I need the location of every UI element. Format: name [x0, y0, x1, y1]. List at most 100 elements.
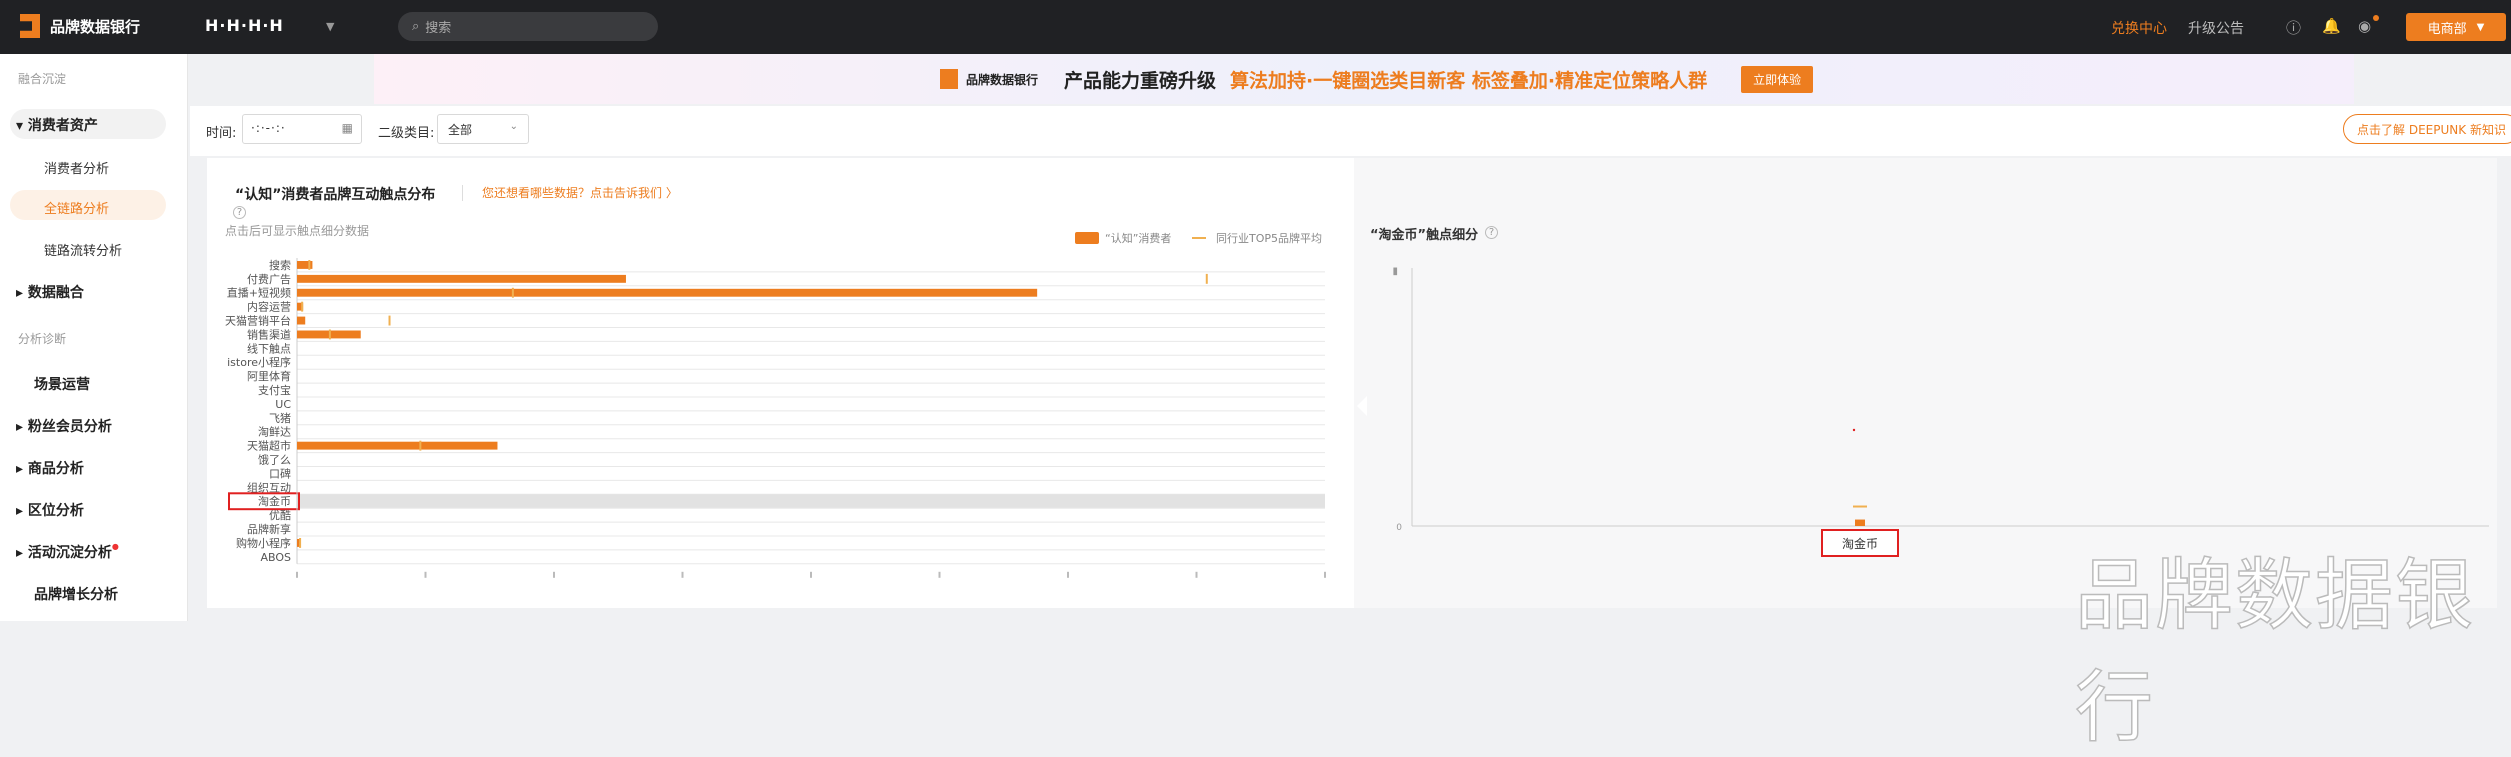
- category-select-value: 全部: [448, 123, 473, 137]
- category-label: 饿了么: [258, 453, 291, 467]
- legend-label: 同行业TOP5品牌平均: [1216, 232, 1323, 245]
- logo-icon: [20, 14, 40, 38]
- category-label: 组织互动: [247, 480, 291, 494]
- calendar-icon: ▦: [341, 121, 353, 135]
- sidebar-item-label: 活动沉淀分析: [27, 545, 112, 561]
- bar: [297, 330, 361, 339]
- feedback-link[interactable]: 您还想看哪些数据？点击告诉我们 〉: [482, 184, 678, 201]
- detail-title: “淘金币”触点细分: [1370, 228, 1479, 243]
- chevron-down-icon[interactable]: ▼: [326, 20, 334, 33]
- category-label: 优酷: [269, 509, 291, 522]
- chevron-down-icon: ▼: [2476, 21, 2485, 33]
- notification-dot: [2373, 15, 2379, 21]
- category-label: 线下触点: [247, 341, 291, 355]
- legend-item-industry[interactable]: 同行业TOP5品牌平均: [1192, 230, 1322, 246]
- sidebar-item-link-flow[interactable]: 链路流转分析: [44, 240, 231, 259]
- bell-icon[interactable]: 🔔: [2322, 17, 2341, 35]
- logo-icon: [940, 69, 958, 89]
- help-icon[interactable]: ?: [233, 206, 246, 219]
- sidebar-item-consumer-analysis[interactable]: 消费者分析: [44, 158, 231, 177]
- search-input[interactable]: ⌕ 搜索: [398, 12, 658, 41]
- sidebar-item-consumer-assets[interactable]: ▾ 消费者资产: [16, 115, 203, 135]
- legend-swatch: [1192, 237, 1206, 239]
- banner-brand: 品牌数据银行: [966, 72, 1039, 87]
- exchange-center-link[interactable]: 兑换中心: [2111, 18, 2167, 38]
- try-now-button[interactable]: 立即体验: [1741, 65, 1814, 93]
- brand-logo[interactable]: 品牌数据银行: [20, 14, 140, 38]
- new-dot: ●: [111, 542, 119, 551]
- banner-headline: 产品能力重磅升级: [1064, 69, 1217, 92]
- category-label: 淘鲜达: [258, 425, 291, 439]
- sidebar-item-label: 区位分析: [27, 503, 84, 519]
- banner-subline: 算法加持·一键圈选类目新客 标签叠加·精准定位策略人群: [1230, 69, 1708, 92]
- sidebar-item-brand-growth[interactable]: 品牌增长分析: [34, 584, 221, 604]
- sidebar-section-diagnosis: 分析诊断: [18, 332, 67, 346]
- category-label: 二级类目:: [378, 126, 435, 141]
- category-label: 购物小程序: [236, 536, 291, 550]
- dept-button-label: 电商部: [2427, 21, 2467, 37]
- search-icon: ⌕: [412, 19, 420, 34]
- help-icon[interactable]: ⓘ: [2286, 17, 2301, 38]
- category-label: 销售渠道: [247, 327, 291, 341]
- brand-name: 品牌数据银行: [50, 17, 141, 36]
- search-placeholder: 搜索: [425, 21, 452, 36]
- sidebar-section-fusion: 融合沉淀: [18, 72, 67, 86]
- sidebar-item-label: 数据融合: [27, 285, 84, 301]
- chart-hint: 点击后可显示触点细分数据: [225, 224, 370, 238]
- category-label: 天猫超市: [247, 439, 291, 453]
- bar: [297, 288, 1038, 297]
- category-label: 淘金币: [1842, 536, 1878, 551]
- date-range-picker[interactable]: ·:·-·:· ▦: [242, 114, 362, 144]
- watermark: 品牌数据银行: [2074, 550, 2476, 754]
- category-label: 飞猪: [269, 412, 291, 425]
- category-label: 天猫营销平台: [225, 314, 291, 328]
- filter-bar: 时间: ·:·-·:· ▦ 二级类目: 全部 ⌄ 点击了解 DEEPUNK 新知…: [190, 106, 2511, 156]
- legend-item-consumer[interactable]: “认知”消费者: [1075, 230, 1171, 246]
- user-icon[interactable]: ◉: [2358, 17, 2371, 35]
- sidebar-item-activity[interactable]: ▸ 活动沉淀分析●: [16, 542, 203, 562]
- promo-banner[interactable]: 品牌数据银行 产品能力重磅升级 算法加持·一键圈选类目新客 标签叠加·精准定位策…: [374, 54, 2354, 104]
- dept-button[interactable]: 电商部 ▼: [2406, 13, 2506, 41]
- category-label: istore小程序: [227, 355, 291, 369]
- category-label: 付费广告: [247, 273, 291, 286]
- sidebar-item-label: 粉丝会员分析: [27, 419, 112, 435]
- bar: [1855, 519, 1865, 526]
- legend-label: “认知”消费者: [1105, 232, 1172, 245]
- sidebar-item-scene-ops[interactable]: 场景运营: [34, 374, 221, 394]
- bar: [297, 441, 498, 450]
- sidebar-item-fan-member[interactable]: ▸ 粉丝会员分析: [16, 416, 203, 436]
- sidebar-item-label: 商品分析: [27, 461, 84, 477]
- sidebar-item-label: 消费者资产: [27, 118, 98, 134]
- category-label: 口碑: [269, 467, 291, 480]
- category-label: 搜索: [269, 258, 291, 272]
- sidebar-item-data-fusion[interactable]: ▸ 数据融合: [16, 282, 203, 302]
- sidebar-item-full-link[interactable]: 全链路分析: [44, 198, 231, 217]
- help-icon[interactable]: ?: [1485, 226, 1498, 239]
- category-label: 阿里体育: [247, 369, 291, 383]
- deepunk-button[interactable]: 点击了解 DEEPUNK 新知识: [2343, 114, 2511, 144]
- panel-title: “认知”消费者品牌互动触点分布: [235, 187, 436, 203]
- sidebar-item-product[interactable]: ▸ 商品分析: [16, 458, 203, 478]
- shop-switcher[interactable]: H·H·H·H: [205, 16, 284, 35]
- legend-swatch: [1075, 232, 1099, 244]
- bar: [297, 274, 626, 283]
- time-label: 时间:: [206, 126, 237, 141]
- category-select[interactable]: 全部 ⌄: [437, 114, 529, 144]
- sidebar: 融合沉淀 ▾ 消费者资产 消费者分析 全链路分析 链路流转分析 ▸ 数据融合 分…: [0, 54, 188, 621]
- y-tick-label: 0: [1396, 523, 1402, 533]
- category-label: 直播+短视频: [227, 286, 291, 300]
- data-dot: [1852, 428, 1856, 432]
- announcement-link[interactable]: 升级公告: [2188, 18, 2244, 38]
- selected-row-highlight: [297, 494, 1325, 509]
- category-label: 淘金币: [258, 494, 291, 508]
- touchpoint-bar-chart[interactable]: 搜索付费广告直播+短视频内容运营天猫营销平台销售渠道线下触点istore小程序阿…: [207, 248, 1347, 608]
- category-label: 品牌新享: [247, 522, 291, 536]
- category-label: ABOS: [260, 551, 291, 564]
- top-navbar: 品牌数据银行 H·H·H·H ▼ ⌕ 搜索 兑换中心 升级公告 ⓘ 🔔 ◉ 电商…: [0, 0, 2511, 54]
- bar: [297, 316, 306, 325]
- category-label: UC: [275, 398, 291, 411]
- chevron-down-icon: ⌄: [509, 121, 518, 132]
- sidebar-item-region[interactable]: ▸ 区位分析: [16, 500, 203, 520]
- date-range-value: ·:·-·:·: [251, 121, 286, 135]
- y-tick-mark: ▮: [1392, 266, 1398, 277]
